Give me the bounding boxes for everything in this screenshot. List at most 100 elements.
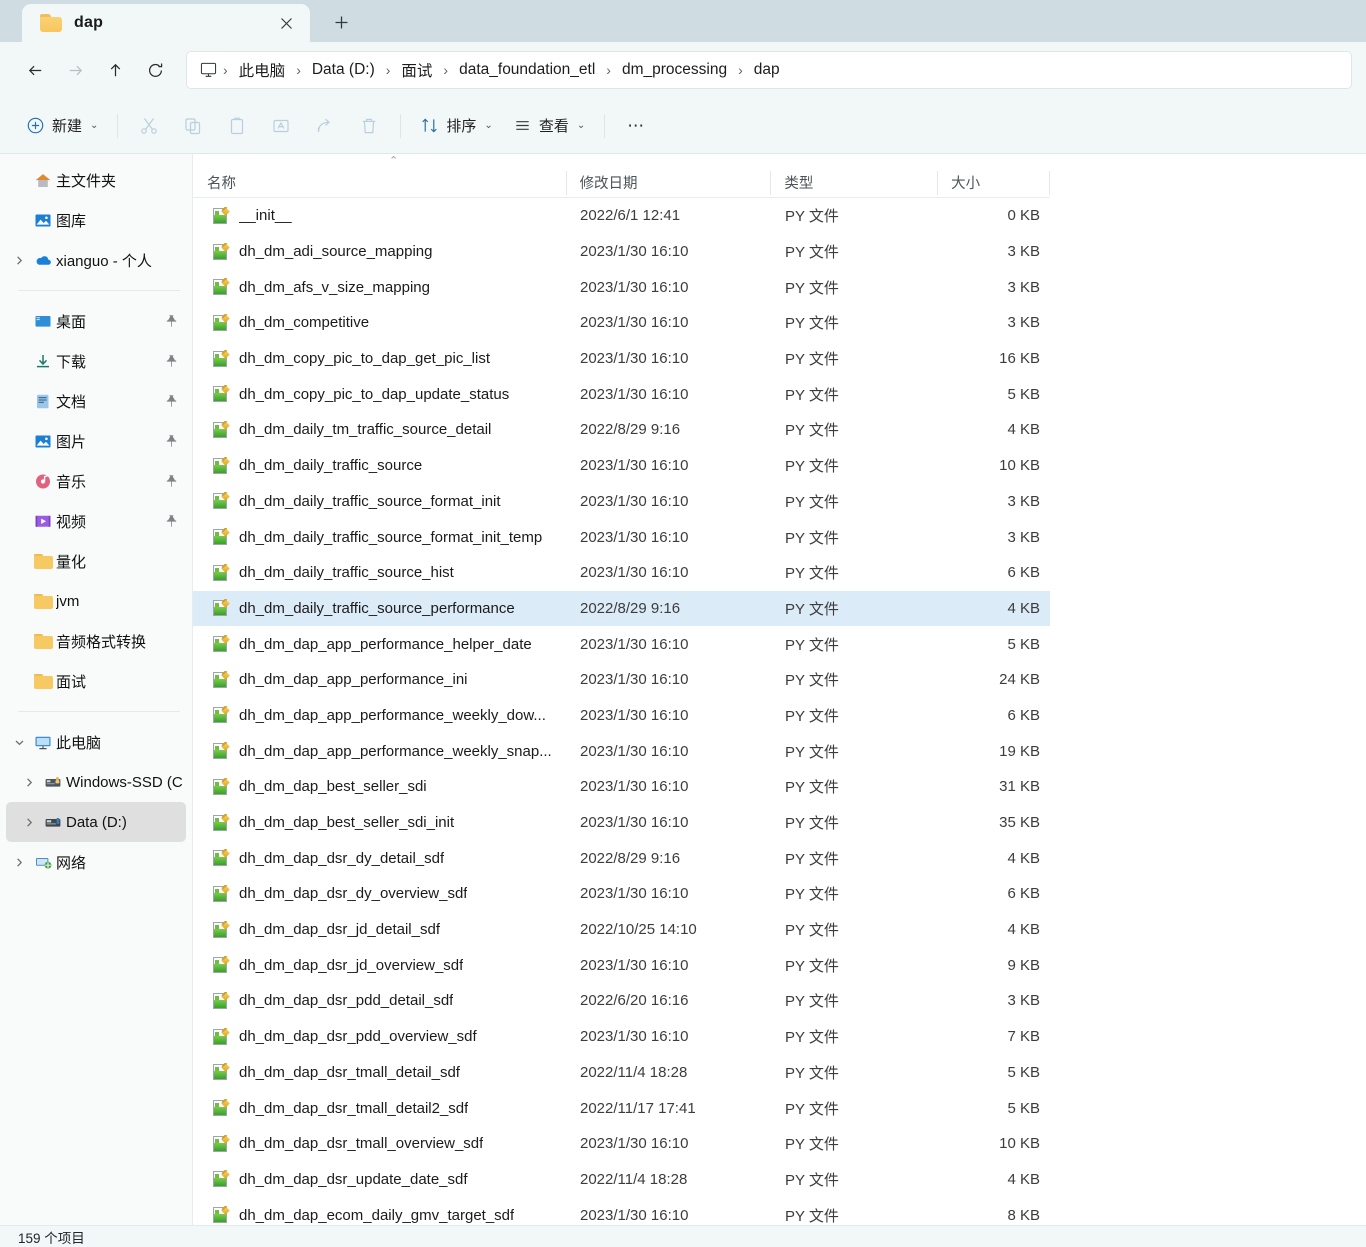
navigation-pane[interactable]: 主文件夹 图库 xianguo - 个人 桌面 下载文档图片 音乐 视频 量化 jvm 音频格式转…: [0, 154, 193, 1225]
table-row[interactable]: dh_dm_competitive 2023/1/30 16:10 PY 文件 3 K…: [193, 305, 1050, 341]
sort-button[interactable]: 排序 ⌄: [410, 107, 502, 145]
breadcrumb-item-dm-processing[interactable]: dm_processing: [615, 57, 734, 83]
table-row[interactable]: dh_dm_dap_dsr_update_date_sdf 2022/11/4 1…: [193, 1162, 1050, 1198]
breadcrumb-item-data-foundation-etl[interactable]: data_foundation_etl: [452, 57, 602, 83]
close-icon[interactable]: [272, 9, 300, 37]
paste-button[interactable]: [215, 107, 259, 145]
pin-icon[interactable]: [164, 434, 178, 448]
table-row[interactable]: dh_dm_dap_ecom_daily_gmv_target_sdf 2023/…: [193, 1197, 1050, 1225]
sidebar-item-label: 文档: [56, 393, 87, 411]
sidebar-item-[interactable]: 下载: [6, 341, 186, 381]
table-row[interactable]: dh_dm_daily_traffic_source_hist 2023/1/30…: [193, 555, 1050, 591]
table-row[interactable]: dh_dm_daily_traffic_source_format_init_t…: [193, 519, 1050, 555]
breadcrumb-separator: ›: [296, 62, 301, 78]
table-row[interactable]: dh_dm_dap_dsr_dy_detail_sdf 2022/8/29 9:1…: [193, 840, 1050, 876]
table-row[interactable]: dh_dm_daily_traffic_source_format_init 20…: [193, 484, 1050, 520]
tab-dap[interactable]: dap: [22, 4, 310, 42]
sidebar-item-[interactable]: 网络: [6, 842, 186, 882]
python-file-icon: [213, 385, 230, 403]
table-row[interactable]: dh_dm_afs_v_size_mapping 2023/1/30 16:10 P…: [193, 269, 1050, 305]
more-options-button[interactable]: ⋯: [614, 107, 658, 145]
file-name-cell: dh_dm_daily_traffic_source_performance: [193, 599, 566, 617]
table-row[interactable]: dh_dm_dap_dsr_tmall_detail_sdf 2022/11/4 …: [193, 1055, 1050, 1091]
refresh-button[interactable]: [136, 51, 174, 89]
table-row[interactable]: dh_dm_adi_source_mapping 2023/1/30 16:10 P…: [193, 234, 1050, 270]
table-row[interactable]: dh_dm_dap_best_seller_sdi 2023/1/30 16:10…: [193, 769, 1050, 805]
sidebar-item-xianguo[interactable]: xianguo - 个人: [6, 240, 186, 280]
sidebar-item-[interactable]: 图库: [6, 200, 186, 240]
sidebar-item-[interactable]: 音乐: [6, 461, 186, 501]
chevron-right-icon[interactable]: [8, 255, 30, 266]
pin-icon[interactable]: [164, 474, 178, 488]
table-row[interactable]: dh_dm_dap_dsr_tmall_detail2_sdf 2022/11/1…: [193, 1090, 1050, 1126]
address-bar[interactable]: › 此电脑 › Data (D:) › 面试 › data_foundation…: [186, 51, 1352, 89]
cut-button[interactable]: [127, 107, 171, 145]
table-row[interactable]: dh_dm_daily_traffic_source_performance 20…: [193, 590, 1050, 627]
delete-button[interactable]: [347, 107, 391, 145]
column-header-size[interactable]: 大小: [937, 168, 1049, 198]
divider: [117, 113, 119, 138]
forward-button[interactable]: [56, 51, 94, 89]
table-row[interactable]: dh_dm_dap_best_seller_sdi_init 2023/1/30 …: [193, 805, 1050, 841]
table-row[interactable]: dh_dm_daily_traffic_source 2023/1/30 16:1…: [193, 448, 1050, 484]
table-row[interactable]: dh_dm_dap_app_performance_ini 2023/1/30 1…: [193, 662, 1050, 698]
file-name-cell: dh_dm_dap_app_performance_weekly_snap...: [193, 742, 566, 760]
sidebar-item-[interactable]: 此电脑: [6, 722, 186, 762]
copy-button[interactable]: [171, 107, 215, 145]
sidebar-item-[interactable]: 面试: [6, 661, 186, 701]
sidebar-item-[interactable]: 视频: [6, 501, 186, 541]
file-size-cell: 4 KB: [1007, 599, 1040, 617]
sidebar-item-[interactable]: 量化: [6, 541, 186, 581]
sidebar-item-windows-ssd-c[interactable]: Windows-SSD (C: [6, 762, 186, 802]
table-row[interactable]: dh_dm_dap_dsr_jd_overview_sdf 2023/1/30 1…: [193, 947, 1050, 983]
file-list-pane[interactable]: ⌃ 名称 修改日期 类型 大小 __init__ 2022/6/1 12:41 PY…: [193, 154, 1366, 1225]
breadcrumb-item-data-d[interactable]: Data (D:): [305, 57, 382, 83]
sidebar-item-data-d[interactable]: Data (D:): [6, 802, 186, 842]
back-button[interactable]: [16, 51, 54, 89]
table-row[interactable]: dh_dm_daily_tm_traffic_source_detail 2022…: [193, 412, 1050, 448]
sidebar-item-[interactable]: 图片: [6, 421, 186, 461]
sidebar-item-jvm[interactable]: jvm: [6, 581, 186, 621]
view-button[interactable]: 查看 ⌄: [503, 107, 595, 145]
pin-icon[interactable]: [164, 514, 178, 528]
sidebar-item-[interactable]: 文档: [6, 381, 186, 421]
sidebar-item-[interactable]: 主文件夹: [6, 160, 186, 200]
table-row[interactable]: dh_dm_dap_app_performance_weekly_snap...…: [193, 733, 1050, 769]
file-date-cell: 2023/1/30 16:10: [580, 385, 689, 403]
breadcrumb-item-dap[interactable]: dap: [747, 57, 787, 83]
table-row[interactable]: dh_dm_dap_app_performance_weekly_dow... 2…: [193, 698, 1050, 734]
share-button[interactable]: [303, 107, 347, 145]
column-header-date[interactable]: 修改日期: [565, 168, 771, 198]
file-name: dh_dm_dap_dsr_update_date_sdf: [239, 1170, 468, 1188]
breadcrumb-item-thispc[interactable]: 此电脑: [232, 55, 293, 85]
pin-icon[interactable]: [164, 354, 178, 368]
breadcrumb-item-mianshi[interactable]: 面试: [394, 55, 439, 85]
table-row[interactable]: dh_dm_dap_dsr_tmall_overview_sdf 2023/1/3…: [193, 1126, 1050, 1162]
python-file-icon: [213, 920, 230, 939]
up-button[interactable]: [96, 51, 134, 89]
new-tab-button[interactable]: [324, 5, 358, 39]
chevron-right-icon[interactable]: [18, 777, 40, 788]
sidebar-item-[interactable]: 音频格式转换: [6, 621, 186, 661]
table-row[interactable]: dh_dm_dap_dsr_dy_overview_sdf 2023/1/30 1…: [193, 876, 1050, 912]
table-row[interactable]: dh_dm_dap_dsr_pdd_detail_sdf 2022/6/20 16…: [193, 983, 1050, 1019]
pin-icon[interactable]: [164, 314, 178, 328]
table-row[interactable]: __init__ 2022/6/1 12:41 PY 文件 0 KB: [193, 198, 1050, 234]
table-row[interactable]: dh_dm_dap_dsr_pdd_overview_sdf 2023/1/30 …: [193, 1019, 1050, 1055]
chevron-right-icon[interactable]: [18, 817, 40, 828]
pin-icon[interactable]: [164, 394, 178, 408]
chevron-right-icon[interactable]: [8, 857, 30, 868]
column-header-name[interactable]: 名称: [193, 168, 566, 198]
file-name: dh_dm_dap_dsr_pdd_overview_sdf: [239, 1028, 477, 1046]
table-row[interactable]: dh_dm_dap_dsr_jd_detail_sdf 2022/10/25 14…: [193, 912, 1050, 948]
sidebar-item-[interactable]: 桌面: [6, 301, 186, 341]
column-header-type[interactable]: 类型: [770, 168, 937, 198]
table-row[interactable]: dh_dm_copy_pic_to_dap_update_status 2023/…: [193, 376, 1050, 412]
new-button[interactable]: 新建 ⌄: [16, 107, 108, 145]
chevron-down-icon[interactable]: [8, 737, 30, 748]
python-file-icon: [213, 1063, 230, 1081]
table-row[interactable]: dh_dm_dap_app_performance_helper_date 202…: [193, 626, 1050, 662]
python-file-icon: [213, 742, 230, 760]
rename-button[interactable]: [259, 107, 303, 145]
table-row[interactable]: dh_dm_copy_pic_to_dap_get_pic_list 2023/1…: [193, 341, 1050, 377]
